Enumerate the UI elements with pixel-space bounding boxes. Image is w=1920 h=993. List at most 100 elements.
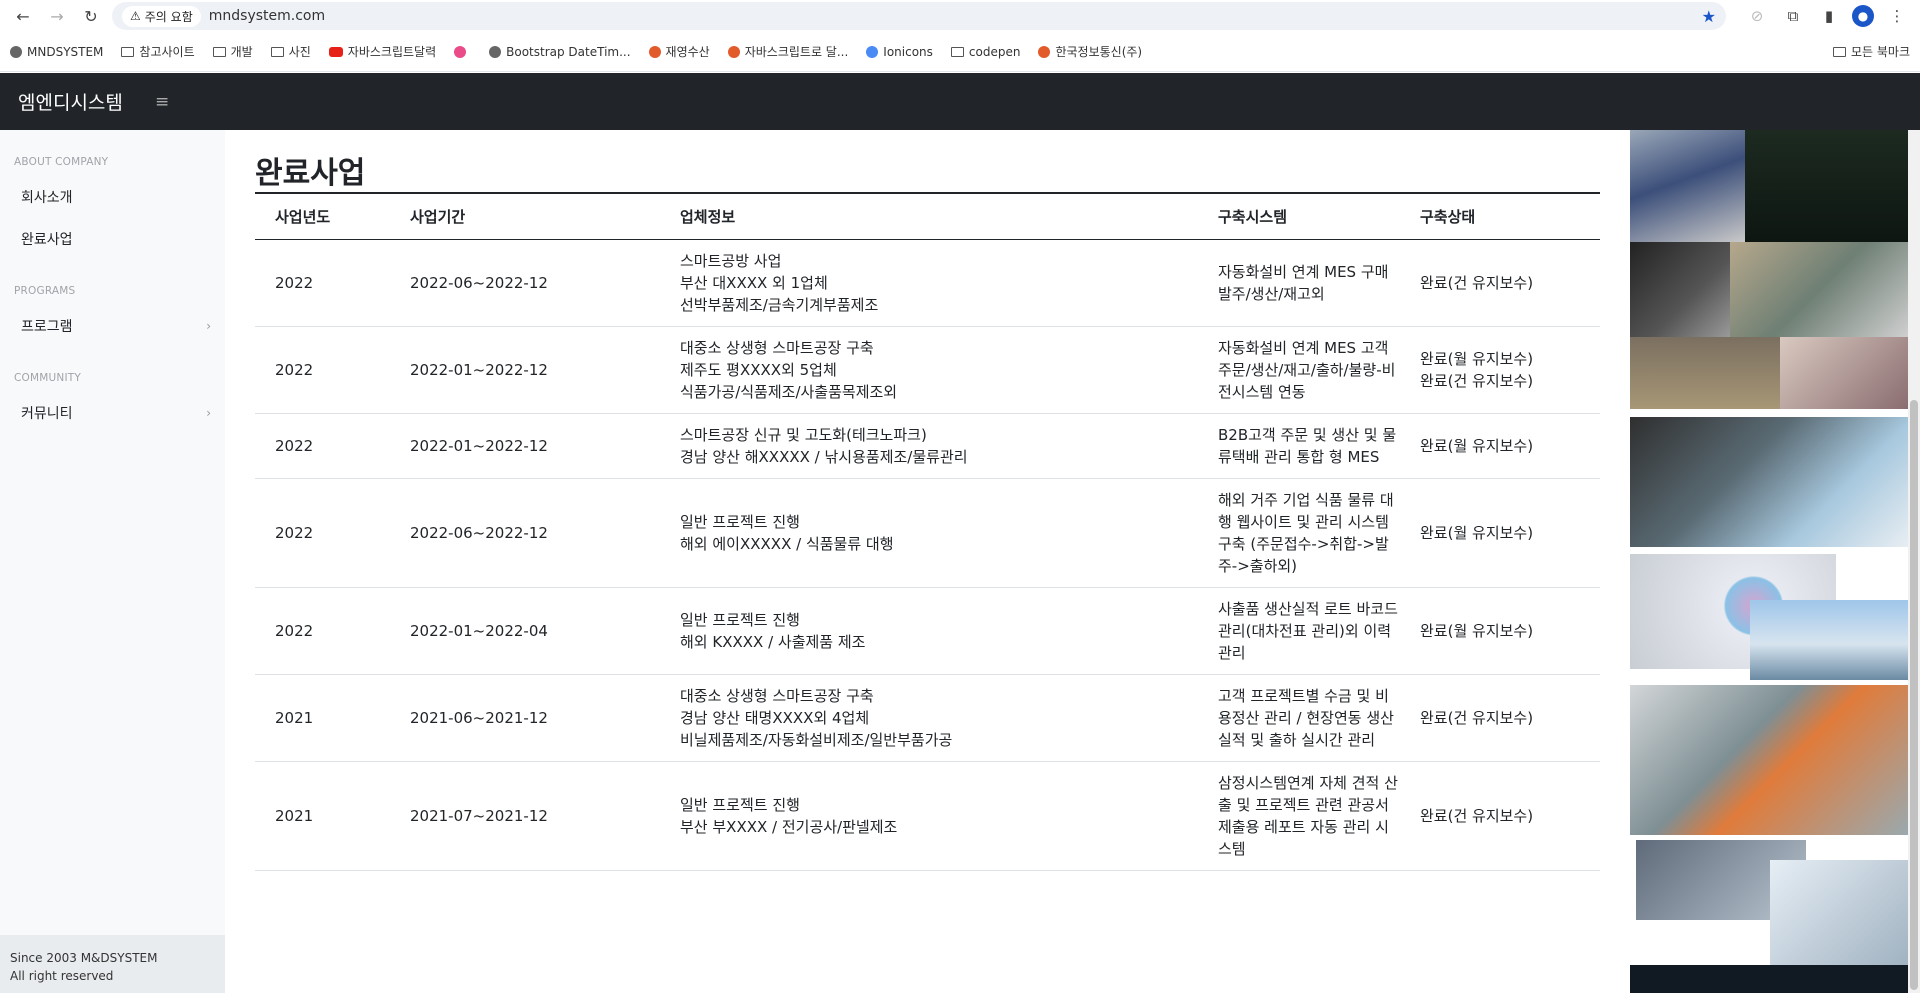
globe-icon bbox=[10, 45, 22, 58]
side-panel-icon[interactable]: ▮ bbox=[1816, 3, 1842, 29]
url-text[interactable]: mndsystem.com bbox=[209, 8, 325, 24]
factory-photo-1 bbox=[1630, 130, 1745, 242]
system-text: 삼정시스템연계 자체 견적 산출 및 프로젝트 관련 관공서 제출용 레포트 자… bbox=[1218, 773, 1398, 858]
folder-icon bbox=[270, 46, 284, 57]
cell-year: 2021 bbox=[255, 674, 390, 762]
bookmarks-bar: MNDSYSTEM 참고사이트 개발 사진 자바스크립트달력 Bootstrap Date… bbox=[0, 32, 1920, 72]
warning-icon: ⚠ bbox=[130, 9, 141, 23]
address-bar[interactable]: ⚠ 주의 요함 mndsystem.com ★ bbox=[112, 2, 1726, 30]
security-warning-chip[interactable]: ⚠ 주의 요함 bbox=[122, 5, 201, 27]
company-line: 경남 양산 해XXXXX / 낚시용품제조/물류관리 bbox=[680, 447, 968, 466]
bookmark-item[interactable]: codepen bbox=[950, 44, 1021, 59]
bookmark-item[interactable]: 자바스크립트로 달... bbox=[727, 43, 849, 60]
sidebar-heading: ABOUT COMPANY bbox=[14, 156, 109, 168]
company-line: 선박부품제조/금속기계부품제조 bbox=[680, 295, 879, 314]
sidebar-item[interactable]: 회사소개 bbox=[0, 176, 225, 218]
cell-status: 완료(월 유지보수) bbox=[1400, 413, 1600, 479]
bookmark-star-icon[interactable]: ★ bbox=[1702, 7, 1716, 26]
folder-icon bbox=[1832, 46, 1846, 57]
status-line: 완료(건 유지보수) bbox=[1420, 273, 1534, 292]
bookmark-item[interactable]: Bootstrap DateTim... bbox=[489, 45, 631, 59]
profile-avatar[interactable]: ● bbox=[1852, 5, 1874, 27]
sidebar-item[interactable]: 커뮤니티 › bbox=[0, 392, 225, 434]
status-line: 완료(건 유지보수) bbox=[1420, 708, 1534, 727]
menu-toggle-icon[interactable]: ≡ bbox=[155, 92, 169, 112]
chevron-right-icon: › bbox=[206, 406, 211, 420]
company-line: 식품가공/식품제조/사출품목제조외 bbox=[680, 382, 898, 401]
bookmark-label: codepen bbox=[968, 44, 1021, 59]
system-text: B2B고객 주문 및 생산 및 물류택배 관리 통합 형 MES bbox=[1218, 425, 1397, 466]
table-row: 2022 2022-06~2022-12 스마트공방 사업 부산 대XXXX 외 1업… bbox=[255, 239, 1600, 327]
youtube-icon bbox=[328, 46, 343, 57]
cell-system: 해외 거주 기업 식품 물류 대행 웹사이트 및 관리 시스템 구축 (주문접수… bbox=[1198, 478, 1400, 588]
sidebar-item-label: 회사소개 bbox=[21, 190, 73, 206]
col-header-period: 사업기간 bbox=[410, 207, 466, 226]
lab-photo bbox=[1770, 860, 1908, 970]
bookmark-label: 자바스크립트로 달... bbox=[744, 45, 849, 59]
cell-period: 2022-06~2022-12 bbox=[390, 239, 660, 327]
sidebar-item-label: 커뮤니티 bbox=[21, 406, 73, 422]
cell-year: 2022 bbox=[255, 413, 390, 479]
bookmark-label: 개발 bbox=[230, 45, 253, 59]
site-icon bbox=[1038, 45, 1051, 58]
sidebar-item[interactable]: 프로그램 › bbox=[0, 305, 225, 347]
app-header: 엠엔디시스템 ≡ bbox=[0, 73, 1920, 130]
company-line: 해외 에이XXXXX / 식품물류 대행 bbox=[680, 534, 894, 553]
bookmark-item[interactable]: Ionicons bbox=[866, 45, 933, 59]
company-line: 경남 양산 태명XXXX외 4업체 bbox=[680, 708, 870, 727]
cell-status: 완료(건 유지보수) bbox=[1400, 761, 1600, 871]
status-line: 완료(건 유지보수) bbox=[1420, 806, 1534, 825]
cell-system: 고객 프로젝트별 수금 및 비용정산 관리 / 현장연동 생산 실적 및 출하 … bbox=[1198, 674, 1400, 762]
status-line: 완료(월 유지보수) bbox=[1420, 621, 1534, 640]
scrollbar-thumb[interactable] bbox=[1910, 400, 1918, 990]
cell-year: 2022 bbox=[255, 478, 390, 588]
photo-gallery bbox=[1630, 130, 1908, 993]
control-room-photo bbox=[1630, 337, 1780, 409]
bookmark-label: 사진 bbox=[288, 45, 311, 59]
table-row: 2022 2022-01~2022-12 대중소 상생형 스마트공장 구축 제주도 평… bbox=[255, 326, 1600, 414]
table-row: 2021 2021-06~2021-12 대중소 상생형 스마트공장 구축 경남 양산… bbox=[255, 674, 1600, 762]
table-row: 2021 2021-07~2021-12 일반 프로젝트 진행 부산 부XXXX / … bbox=[255, 761, 1600, 871]
bookmark-item[interactable] bbox=[454, 45, 471, 58]
system-text: 사출품 생산실적 로트 바코드 관리(대차전표 관리)외 이력관리 bbox=[1218, 599, 1398, 662]
bookmark-label: 한국정보통신(주) bbox=[1055, 45, 1143, 59]
laser-machine-photo bbox=[1630, 417, 1908, 547]
forward-icon[interactable]: → bbox=[44, 3, 70, 29]
site-icon bbox=[648, 45, 661, 58]
dribbble-icon bbox=[454, 45, 467, 58]
bookmark-item[interactable]: 재영수산 bbox=[648, 43, 710, 60]
cell-period: 2022-01~2022-04 bbox=[390, 587, 660, 675]
table-row: 2022 2022-01~2022-04 일반 프로젝트 진행 해외 KXXXX / … bbox=[255, 587, 1600, 675]
cell-status: 완료(건 유지보수) bbox=[1400, 674, 1600, 762]
brand-title[interactable]: 엠엔디시스템 bbox=[0, 88, 147, 115]
extensions-icon[interactable]: ⧉ bbox=[1780, 3, 1806, 29]
table-row: 2022 2022-01~2022-12 스마트공장 신규 및 고도화(테크노파크)… bbox=[255, 413, 1600, 479]
sidebar-item[interactable]: 완료사업 bbox=[0, 218, 225, 260]
reload-icon[interactable]: ↻ bbox=[78, 3, 104, 29]
sidebar-heading: PROGRAMS bbox=[14, 285, 76, 297]
cell-period: 2021-07~2021-12 bbox=[390, 761, 660, 871]
company-line: 해외 KXXXX / 사출제품 제조 bbox=[680, 632, 866, 651]
bookmark-item[interactable]: 참고사이트 bbox=[121, 43, 195, 60]
company-line: 일반 프로젝트 진행 bbox=[680, 795, 800, 814]
back-icon[interactable]: ← bbox=[10, 3, 36, 29]
footer-since: Since 2003 M&DSYSTEM bbox=[10, 951, 158, 965]
globe-icon bbox=[489, 45, 502, 58]
status-line: 완료(월 유지보수) bbox=[1420, 523, 1534, 542]
cell-year: 2021 bbox=[255, 761, 390, 871]
bookmark-item[interactable]: 사진 bbox=[270, 43, 311, 60]
bookmark-item[interactable]: MNDSYSTEM bbox=[10, 45, 103, 59]
company-line: 제주도 평XXXX외 5업체 bbox=[680, 360, 837, 379]
main-content: 완료사업 사업년도 사업기간 업체정보 구축시스템 구축상태 2022 2022-… bbox=[225, 130, 1630, 993]
table-row: 2022 2022-06~2022-12 일반 프로젝트 진행 해외 에이XXXXX … bbox=[255, 478, 1600, 588]
page-scrollbar[interactable] bbox=[1908, 130, 1920, 993]
tracking-icon[interactable]: ⊘ bbox=[1744, 3, 1770, 29]
all-bookmarks-button[interactable]: 모든 북마크 bbox=[1832, 43, 1910, 60]
menu-kebab-icon[interactable]: ⋮ bbox=[1884, 3, 1910, 29]
bookmark-item[interactable]: 개발 bbox=[212, 43, 253, 60]
bookmark-item[interactable]: 자바스크립트달력 bbox=[328, 43, 436, 60]
bookmark-item[interactable]: 한국정보통신(주) bbox=[1038, 43, 1142, 60]
folder-icon bbox=[121, 46, 135, 57]
building-photo bbox=[1750, 600, 1908, 680]
bookmark-label: Ionicons bbox=[883, 44, 933, 59]
